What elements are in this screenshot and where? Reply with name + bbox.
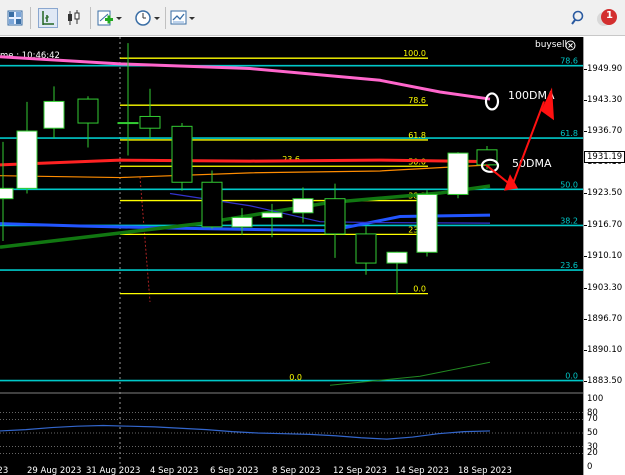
date-tick-label: 023 — [0, 466, 9, 475]
candle-body — [416, 193, 438, 253]
fib-label-small: 100.0 — [403, 49, 426, 58]
candle-body — [324, 198, 346, 235]
date-tick-label: 6 Sep 2023 — [210, 466, 259, 475]
candle-body — [117, 122, 139, 125]
notification-icon[interactable]: 1 — [596, 8, 620, 28]
osc-tick-label: 20 — [587, 448, 598, 459]
forecast-arrow — [485, 101, 545, 188]
candle-body — [171, 125, 193, 183]
bar-chart-icon[interactable] — [38, 8, 58, 28]
fib-label-small: 0.0 — [413, 285, 426, 294]
candle-body — [476, 149, 498, 166]
toolbar: 1 — [0, 0, 625, 36]
osc-tick-label: 100 — [587, 394, 604, 404]
ma-100-line — [0, 55, 491, 101]
oscillator-line — [0, 424, 491, 440]
candle-body — [261, 212, 283, 218]
date-tick-label: 8 Sep 2023 — [272, 466, 321, 475]
fib-label-bottom: 0.0 — [289, 373, 302, 382]
candlestick-icon[interactable] — [64, 8, 84, 28]
chart-area[interactable]: me : 10:46:42 buysell 78.6 61.8 50.0 38.2 23… — [0, 37, 583, 475]
price-tick-label: 1890.10 — [587, 344, 623, 355]
osc-tick-label: 50 — [587, 428, 598, 438]
price-tick-label: 1916.70 — [587, 220, 623, 230]
fib-label-small: 78.6 — [408, 96, 426, 105]
date-tick-label: 29 Aug 2023 — [27, 466, 82, 475]
fib-label-large: 0.0 — [565, 372, 578, 381]
fib-label-large: 38.2 — [560, 216, 578, 225]
candle-body — [77, 98, 99, 124]
ma-lower-green — [329, 361, 491, 386]
osc-tick-label: 0 — [587, 462, 593, 472]
toolbar-separator — [165, 7, 166, 29]
fib-label-large: 78.6 — [560, 57, 578, 66]
chart-window-icon[interactable] — [5, 8, 25, 28]
fib-label-small: 61.8 — [408, 131, 426, 140]
toolbar-separator — [30, 7, 31, 29]
search-icon[interactable] — [569, 8, 589, 28]
price-tick-label: 1883.50 — [587, 376, 623, 386]
price-tick-label: 1910.10 — [587, 251, 623, 261]
add-indicator-icon[interactable] — [96, 8, 124, 28]
price-tick-label: 1943.30 — [587, 95, 623, 105]
candle-body — [139, 115, 161, 129]
date-tick-label: 14 Sep 2023 — [395, 466, 449, 475]
candle-body — [447, 152, 469, 195]
trend-dashed — [139, 176, 151, 303]
notification-badge: 1 — [606, 10, 613, 21]
price-tick-label: 1936.70 — [587, 126, 623, 137]
price-chart: 78.661.850.038.223.60.023.6100.078.661.8… — [0, 37, 583, 475]
toolbar-separator — [90, 7, 91, 29]
price-axis: 1949.901943.301936.701930.101923.501916.… — [583, 37, 625, 475]
fib-label-large: 61.8 — [560, 129, 578, 138]
candle-body — [386, 251, 408, 264]
candle-body — [355, 233, 377, 264]
date-tick-label: 12 Sep 2023 — [333, 466, 387, 475]
price-tick-label: 1903.30 — [587, 282, 623, 293]
candle-body — [292, 198, 314, 214]
candle-body — [201, 181, 223, 228]
candle-body — [231, 216, 253, 228]
date-tick-label: 31 Aug 2023 — [86, 466, 141, 475]
price-tick-label: 1949.90 — [587, 64, 623, 74]
clock-icon[interactable] — [134, 8, 162, 28]
candle-body — [16, 130, 38, 189]
price-tick-label: 1896.70 — [587, 313, 623, 324]
template-icon[interactable] — [169, 8, 197, 28]
current-price-tag: 1931.19 — [584, 150, 625, 163]
fib-label-large: 23.6 — [560, 261, 578, 270]
fib-label-large: 50.0 — [560, 180, 578, 189]
candle-body — [43, 100, 65, 129]
ma100-circle — [484, 92, 500, 111]
date-tick-label: 4 Sep 2023 — [150, 466, 199, 475]
date-tick-label: 18 Sep 2023 — [458, 466, 512, 475]
candle-body — [0, 187, 14, 200]
price-tick-label: 1923.50 — [587, 188, 623, 199]
osc-tick-label: 70 — [587, 414, 598, 425]
